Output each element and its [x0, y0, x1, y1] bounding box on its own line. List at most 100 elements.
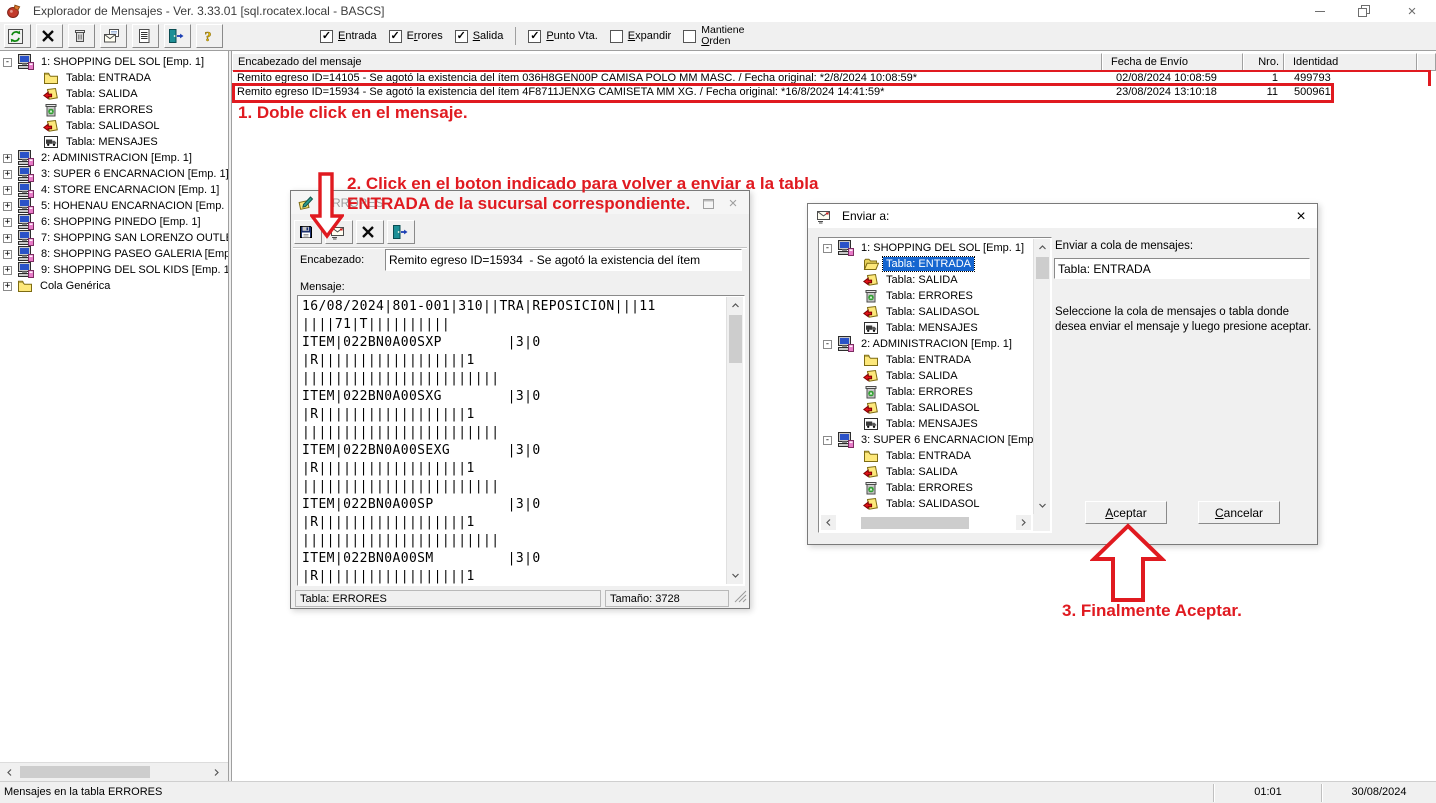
- scroll-thumb[interactable]: [729, 315, 742, 363]
- scroll-left-arrow[interactable]: [821, 515, 836, 530]
- tree-item-label[interactable]: Tabla: SALIDA: [883, 369, 961, 383]
- tree-item-label[interactable]: Tabla: ENTRADA: [883, 353, 974, 367]
- scroll-down-arrow[interactable]: [1035, 498, 1050, 513]
- scroll-right-arrow[interactable]: [1016, 515, 1031, 530]
- expand-box[interactable]: +: [3, 250, 12, 259]
- checkbox-expandir[interactable]: Expandir: [610, 30, 671, 43]
- tree-item[interactable]: -3: SUPER 6 ENCARNACION [Emp.: [820, 432, 1033, 448]
- tree-item-label[interactable]: 1: SHOPPING DEL SOL [Emp. 1]: [858, 241, 1027, 255]
- tree-item-label[interactable]: Tabla: MENSAJES: [63, 135, 161, 149]
- tree-item[interactable]: +8: SHOPPING PASEO GALERIA [Emp: [0, 246, 228, 262]
- checkbox-mantiene-orden[interactable]: MantieneOrden: [683, 25, 744, 47]
- scroll-thumb[interactable]: [1036, 257, 1049, 279]
- tree-item-label[interactable]: Tabla: ERRORES: [883, 289, 976, 303]
- trash-button[interactable]: [68, 24, 95, 48]
- tree-item-label[interactable]: 3: SUPER 6 ENCARNACION [Emp. 1]: [38, 167, 228, 181]
- dialog-maximize-button[interactable]: [701, 197, 719, 211]
- tree-item[interactable]: Tabla: ERRORES: [820, 384, 1033, 400]
- tree-item[interactable]: +7: SHOPPING SAN LORENZO OUTLE: [0, 230, 228, 246]
- tree-item[interactable]: +2: ADMINISTRACION [Emp. 1]: [0, 150, 228, 166]
- scroll-left-arrow[interactable]: [2, 765, 17, 780]
- tree-item-label[interactable]: 6: SHOPPING PINEDO [Emp. 1]: [38, 215, 204, 229]
- column-header[interactable]: Encabezado del mensaje: [232, 53, 1102, 71]
- help-button[interactable]: ?: [196, 24, 223, 48]
- tree-item-label[interactable]: Tabla: SALIDASOL: [883, 305, 983, 319]
- expand-box[interactable]: +: [3, 154, 12, 163]
- checkbox-errores[interactable]: ✓Errores: [389, 30, 443, 43]
- tree-item-label[interactable]: 4: STORE ENCARNACION [Emp. 1]: [38, 183, 222, 197]
- tree-item[interactable]: Tabla: SALIDASOL: [820, 304, 1033, 320]
- panel-splitter[interactable]: [228, 51, 232, 781]
- mensaje-text[interactable]: 16/08/2024|801-001|310||TRA|REPOSICION||…: [300, 297, 724, 584]
- collapse-box[interactable]: -: [3, 58, 12, 67]
- column-header-filler[interactable]: [1417, 53, 1436, 71]
- tree-item[interactable]: Tabla: MENSAJES: [820, 512, 1033, 514]
- column-header[interactable]: Identidad: [1284, 53, 1417, 71]
- tree-item[interactable]: +9: SHOPPING DEL SOL KIDS [Emp. 1: [0, 262, 228, 278]
- checkbox-punto-vta[interactable]: ✓Punto Vta.: [528, 30, 597, 43]
- tree-item-label[interactable]: Tabla: MENSAJES: [883, 321, 981, 335]
- delete-button[interactable]: [356, 220, 384, 244]
- checkbox-box[interactable]: ✓: [455, 30, 468, 43]
- expand-box[interactable]: +: [3, 186, 12, 195]
- tree-item-label[interactable]: Tabla: SALIDASOL: [883, 401, 983, 415]
- dialog-title-bar[interactable]: Enviar a:: [808, 204, 1317, 228]
- tree-item-label[interactable]: 2: ADMINISTRACION [Emp. 1]: [858, 337, 1015, 351]
- tree-item-label[interactable]: 7: SHOPPING SAN LORENZO OUTLE: [38, 231, 228, 245]
- collapse-box[interactable]: -: [823, 244, 832, 253]
- tree-item[interactable]: Tabla: ENTRADA: [820, 256, 1033, 272]
- expand-box[interactable]: +: [3, 202, 12, 211]
- checkbox-box[interactable]: ✓: [320, 30, 333, 43]
- tree-item-label[interactable]: Tabla: SALIDASOL: [63, 119, 163, 133]
- scroll-up-arrow[interactable]: [728, 298, 743, 313]
- tree-item[interactable]: +6: SHOPPING PINEDO [Emp. 1]: [0, 214, 228, 230]
- tree-item[interactable]: Tabla: ENTRADA: [0, 70, 228, 86]
- tree-item[interactable]: Tabla: MENSAJES: [820, 416, 1033, 432]
- checkbox-box[interactable]: [610, 30, 623, 43]
- tree-item[interactable]: - 1: SHOPPING DEL SOL [Emp. 1]: [0, 54, 228, 70]
- tree-item[interactable]: - 2: ADMINISTRACION [Emp. 1]: [820, 336, 1033, 352]
- collapse-box[interactable]: -: [823, 340, 832, 349]
- tree-item-label[interactable]: Tabla: ERRORES: [883, 385, 976, 399]
- scroll-up-arrow[interactable]: [1035, 240, 1050, 255]
- tree-item[interactable]: Tabla: ENTRADA: [820, 352, 1033, 368]
- expand-box[interactable]: +: [3, 266, 12, 275]
- tree-item-label[interactable]: Tabla: ERRORES: [63, 103, 156, 117]
- expand-box[interactable]: +: [3, 218, 12, 227]
- queue-input[interactable]: Tabla: ENTRADA: [1054, 258, 1310, 279]
- restore-button[interactable]: [1344, 0, 1388, 22]
- minimize-button[interactable]: [1298, 0, 1342, 22]
- tree-item[interactable]: Tabla: SALIDASOL: [0, 118, 228, 134]
- checkbox-salida[interactable]: ✓Salida: [455, 30, 504, 43]
- tree-item[interactable]: Tabla: SALIDASOL: [820, 496, 1033, 512]
- checkbox-box[interactable]: ✓: [389, 30, 402, 43]
- expand-box[interactable]: +: [3, 234, 12, 243]
- cancelar-button[interactable]: Cancelar: [1198, 501, 1280, 524]
- tree-item-label[interactable]: Tabla: ENTRADA: [883, 257, 974, 271]
- tree-item[interactable]: Tabla: SALIDA: [820, 464, 1033, 480]
- collapse-box[interactable]: -: [823, 436, 832, 445]
- tree-item-label[interactable]: Tabla: MENSAJES: [883, 513, 981, 514]
- expand-box[interactable]: +: [3, 282, 12, 291]
- tree-item-label[interactable]: 9: SHOPPING DEL SOL KIDS [Emp. 1: [38, 263, 228, 277]
- tree-item-label[interactable]: Tabla: ENTRADA: [883, 449, 974, 463]
- mensaje-vscrollbar[interactable]: [726, 297, 743, 584]
- delete-button[interactable]: [36, 24, 63, 48]
- tree-item-label[interactable]: 8: SHOPPING PASEO GALERIA [Emp: [38, 247, 228, 261]
- send-mail-button[interactable]: [100, 24, 127, 48]
- tree-item[interactable]: +3: SUPER 6 ENCARNACION [Emp. 1]: [0, 166, 228, 182]
- list-view-button[interactable]: [132, 24, 159, 48]
- tree-hscrollbar[interactable]: [0, 762, 228, 781]
- dialog-close-button[interactable]: ×: [1292, 208, 1310, 226]
- column-header[interactable]: Nro.: [1243, 53, 1284, 71]
- exit-button[interactable]: [387, 220, 415, 244]
- tree-item[interactable]: Tabla: SALIDASOL: [820, 400, 1033, 416]
- checkbox-entrada[interactable]: ✓Entrada: [320, 30, 377, 43]
- tree-item[interactable]: Tabla: ERRORES: [0, 102, 228, 118]
- tree-item-label[interactable]: Tabla: SALIDA: [883, 273, 961, 287]
- tree-item[interactable]: Tabla: SALIDA: [820, 272, 1033, 288]
- tree-item-label[interactable]: 1: SHOPPING DEL SOL [Emp. 1]: [38, 55, 207, 69]
- tree-item-label[interactable]: Cola Genérica: [37, 279, 113, 293]
- checkbox-box[interactable]: ✓: [528, 30, 541, 43]
- tree-item-label[interactable]: Tabla: ENTRADA: [63, 71, 154, 85]
